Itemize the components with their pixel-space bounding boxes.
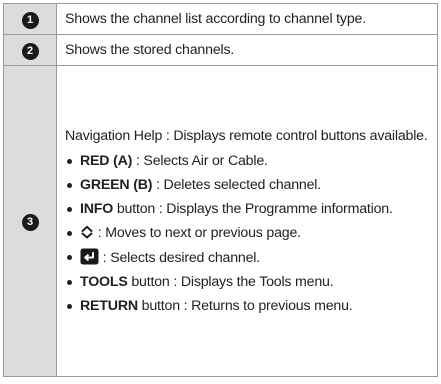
number-badge: 3	[21, 213, 39, 231]
item-description: : Deletes selected channel.	[152, 176, 321, 193]
item-description: button : Displays the Tools menu.	[127, 273, 334, 290]
return-button-label: RETURN	[80, 297, 138, 314]
table-row: 2 Shows the stored channels.	[3, 34, 438, 66]
tools-button-label: TOOLS	[80, 273, 128, 290]
description-cell: Shows the channel list according to chan…	[56, 3, 438, 35]
list-item: : Selects desired channel.	[65, 248, 431, 268]
number-badge: 1	[21, 11, 39, 29]
button-list: RED (A) : Selects Air or Cable. GREEN (B…	[65, 152, 431, 316]
number-cell: 3	[3, 65, 57, 377]
number-badge: 2	[21, 42, 39, 60]
item-description: button : Returns to previous menu.	[137, 297, 353, 314]
navigation-help-text: Navigation Help : Displays remote contro…	[65, 127, 428, 144]
item-description: : Selects desired channel.	[99, 249, 261, 266]
info-button-label: INFO	[80, 200, 114, 217]
list-item: : Moves to next or previous page.	[65, 224, 431, 243]
number-cell: 1	[3, 3, 57, 35]
description-table: 1 Shows the channel list according to ch…	[3, 3, 438, 377]
item-description: button : Displays the Programme informat…	[113, 200, 393, 217]
list-item: RETURN button : Returns to previous menu…	[65, 297, 431, 316]
green-button-label: GREEN (B)	[80, 176, 153, 193]
list-item: GREEN (B) : Deletes selected channel.	[65, 176, 431, 195]
list-item: INFO button : Displays the Programme inf…	[65, 200, 431, 219]
list-item: TOOLS button : Displays the Tools menu.	[65, 273, 431, 292]
enter-button-icon	[80, 248, 99, 264]
item-description: : Selects Air or Cable.	[132, 152, 268, 169]
table-row: 1 Shows the channel list according to ch…	[3, 3, 438, 35]
description-cell: Navigation Help : Displays remote contro…	[56, 65, 438, 377]
list-item: RED (A) : Selects Air or Cable.	[65, 152, 431, 171]
item-description: : Moves to next or previous page.	[94, 224, 301, 241]
table-row: 3 Navigation Help : Displays remote cont…	[3, 65, 438, 377]
red-button-label: RED (A)	[80, 152, 133, 169]
description-cell: Shows the stored channels.	[56, 34, 438, 66]
up-down-arrows-icon	[81, 225, 93, 238]
number-cell: 2	[3, 34, 57, 66]
